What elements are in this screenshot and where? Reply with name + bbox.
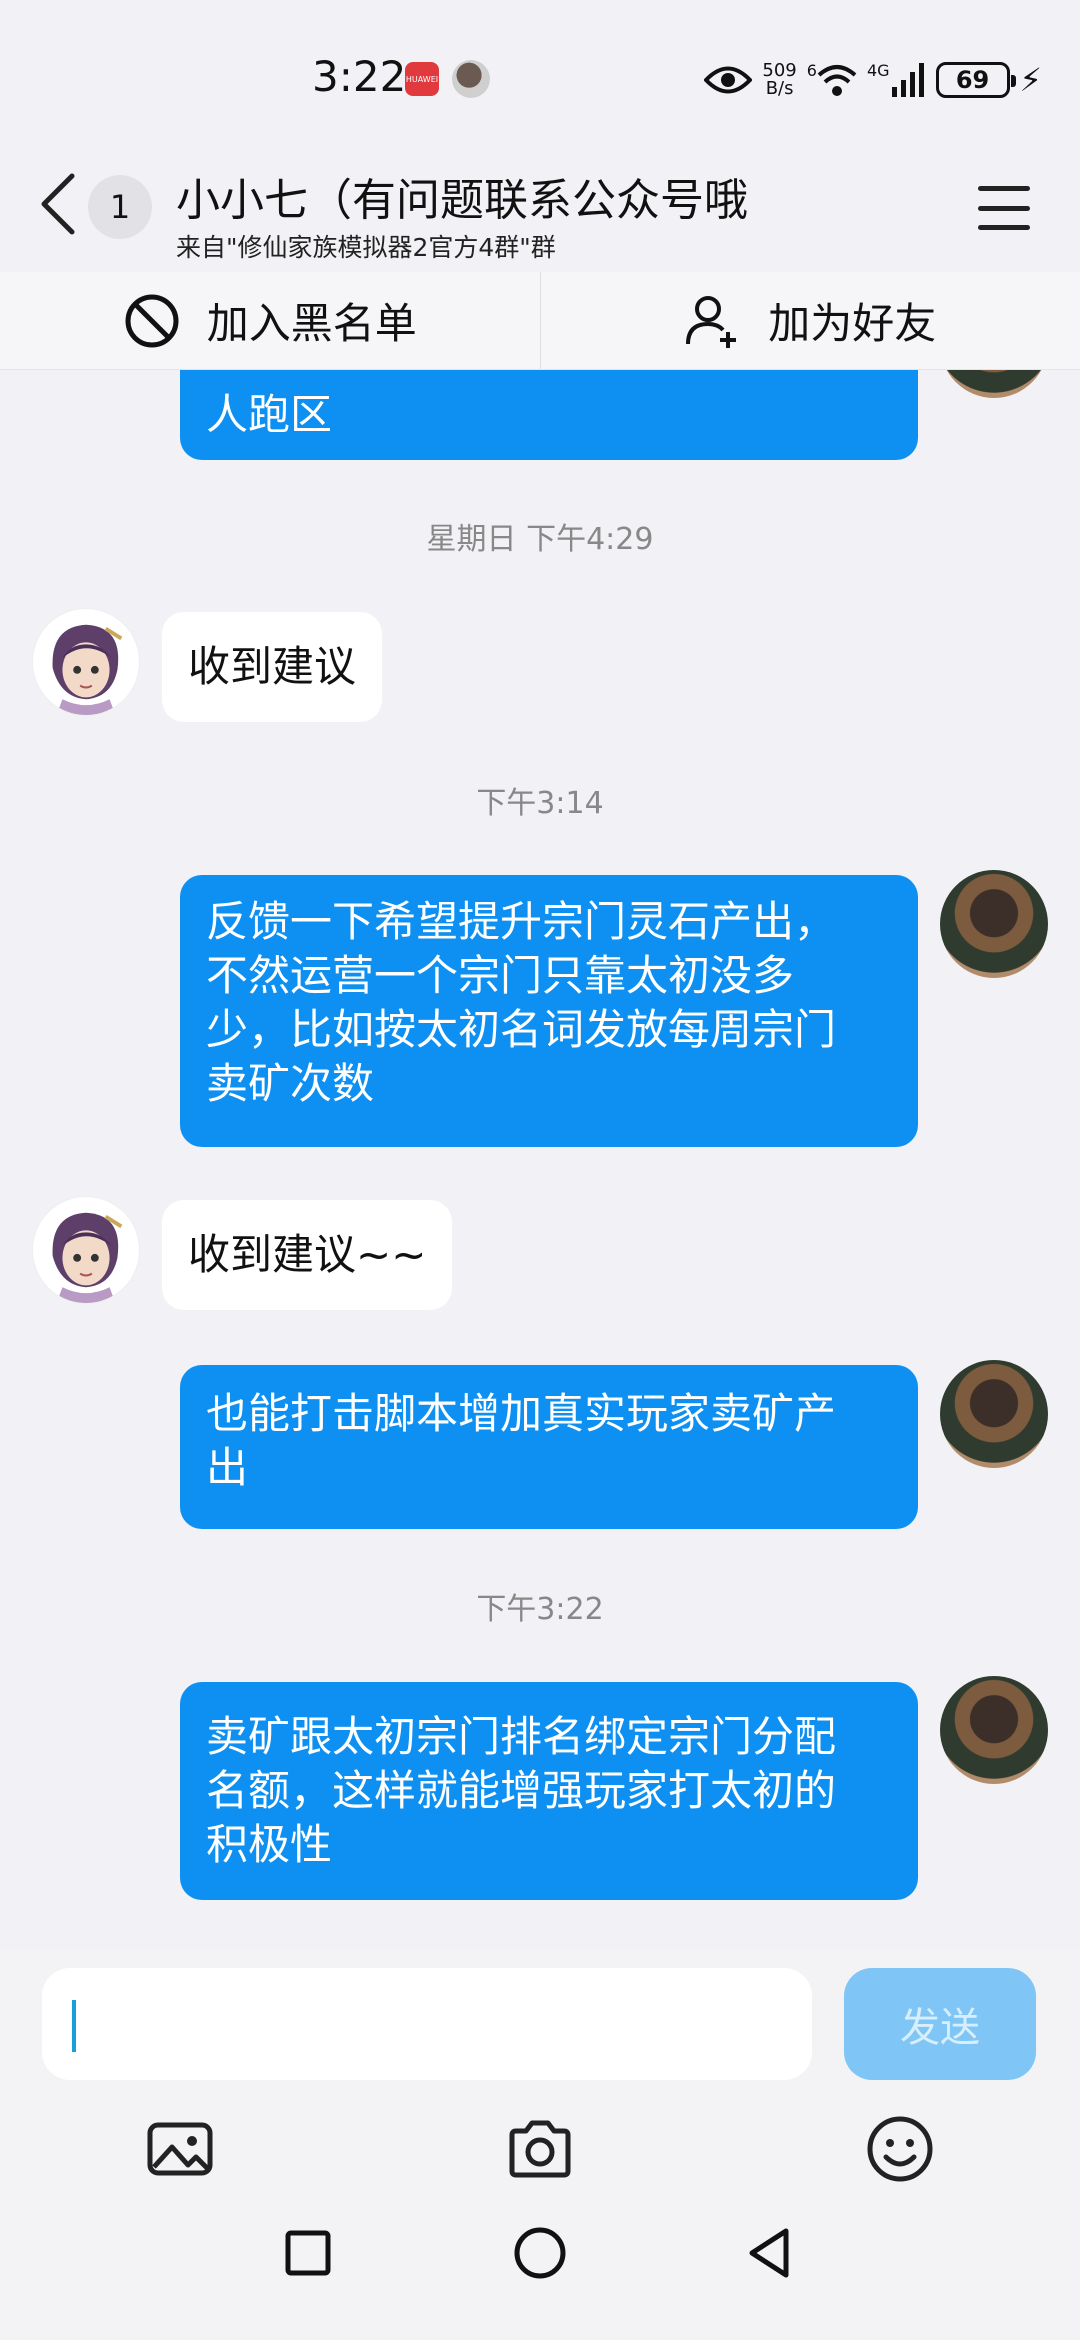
- message-line: 积极性: [206, 1820, 333, 1869]
- battery-icon: 69: [935, 62, 1016, 98]
- hamburger-menu-icon[interactable]: [978, 186, 1030, 230]
- image-icon: [147, 2122, 213, 2176]
- message-line: 不然运营一个宗门只靠太初没多: [206, 951, 795, 1000]
- message-bubble-outgoing[interactable]: 也能打击脚本增加真实玩家卖矿产 出: [180, 1365, 918, 1529]
- message-text: 收到建议~~: [188, 1230, 427, 1279]
- message-line: 名额，这样就能增强玩家打太初的: [206, 1766, 837, 1815]
- timestamp: 下午3:14: [476, 786, 604, 821]
- status-time: 3:22: [312, 52, 407, 101]
- signal-icon: [891, 63, 924, 97]
- message-line: 也能打击脚本增加真实玩家卖矿产: [206, 1389, 837, 1438]
- camera-icon: [509, 2120, 571, 2178]
- message-line: 人跑区: [206, 390, 333, 439]
- message-bubble-outgoing[interactable]: 卖矿跟太初宗门排名绑定宗门分配 名额，这样就能增强玩家打太初的 积极性: [180, 1682, 918, 1900]
- message-line: 卖矿跟太初宗门排名绑定宗门分配: [206, 1712, 837, 1761]
- triangle-back-icon: [749, 2228, 789, 2278]
- message-line: 少，比如按太初名词发放每周宗门: [206, 1005, 837, 1054]
- back-nav-button[interactable]: [740, 2223, 800, 2283]
- chevron-left-icon[interactable]: [38, 172, 78, 236]
- notification-avatar-icon: [452, 60, 490, 98]
- wifi-icon: [817, 65, 857, 96]
- charging-icon: ⚡: [1019, 61, 1042, 99]
- system-nav-bar: [0, 2210, 1080, 2340]
- message-text: 收到建议: [188, 642, 357, 691]
- composer: 发送: [0, 1950, 1080, 2340]
- eye-icon: [704, 66, 753, 94]
- text-cursor: [72, 2000, 76, 2052]
- stranger-action-bar: 加入黑名单 加为好友: [0, 272, 1080, 370]
- timestamp: 下午3:22: [476, 1592, 604, 1627]
- status-indicators: 509 B/s 6 4G 69 ⚡: [704, 58, 1042, 102]
- my-avatar[interactable]: [940, 370, 1048, 398]
- message-list[interactable]: 人跑区 星期日 下午4:29 收到建议 下午3:14 反馈一下希望提升宗门灵石产…: [0, 370, 1080, 1950]
- my-avatar[interactable]: [940, 1360, 1048, 1468]
- message-line: 出: [206, 1443, 249, 1492]
- cell-type: 4G: [866, 60, 890, 80]
- message-bubble-outgoing[interactable]: 反馈一下希望提升宗门灵石产出， 不然运营一个宗门只靠太初没多 少，比如按太初名词…: [180, 875, 918, 1147]
- sender-avatar[interactable]: [32, 1196, 140, 1304]
- network-speed: 509 B/s: [762, 62, 796, 98]
- circle-icon: [514, 2227, 566, 2279]
- add-to-blacklist-label: 加入黑名单: [206, 299, 417, 348]
- chat-subtitle: 来自"修仙家族模拟器2官方4群"群: [176, 233, 556, 262]
- add-person-icon: [686, 295, 737, 348]
- battery-level: 69: [955, 66, 990, 94]
- chat-header: 1 小小七（有问题联系公众号哦 来自"修仙家族模拟器2官方4群"群: [0, 150, 1080, 270]
- message-line: 反馈一下希望提升宗门灵石产出，: [206, 897, 837, 946]
- emoji-button[interactable]: [864, 2113, 936, 2185]
- add-to-blacklist-button[interactable]: 加入黑名单: [0, 272, 540, 369]
- sender-avatar[interactable]: [32, 608, 140, 716]
- image-picker-button[interactable]: [144, 2113, 216, 2185]
- chat-screen: 3:22 HUAWEI 509 B/s 6 4G 69 ⚡ 1 小小七（有问题联…: [0, 0, 1080, 2340]
- home-button[interactable]: [510, 2223, 570, 2283]
- message-bubble-incoming[interactable]: 收到建议: [162, 612, 383, 722]
- timestamp: 星期日 下午4:29: [426, 522, 654, 557]
- add-friend-label: 加为好友: [768, 299, 937, 348]
- message-line: 卖矿次数: [206, 1059, 375, 1108]
- anime-avatar-image: [52, 1212, 123, 1303]
- send-button[interactable]: 发送: [844, 1968, 1036, 2080]
- square-icon: [285, 2230, 331, 2276]
- message-input[interactable]: [42, 1968, 812, 2080]
- my-avatar[interactable]: [940, 1676, 1048, 1784]
- anime-avatar-image: [52, 624, 123, 715]
- camera-button[interactable]: [504, 2113, 576, 2185]
- network-speed-unit: B/s: [765, 78, 794, 99]
- recents-button[interactable]: [278, 2223, 338, 2283]
- smiley-icon: [867, 2116, 933, 2182]
- unread-count-badge[interactable]: 1: [88, 175, 152, 239]
- chat-title[interactable]: 小小七（有问题联系公众号哦: [176, 164, 748, 228]
- wifi-version: 6: [806, 60, 817, 80]
- block-icon: [125, 294, 179, 347]
- add-friend-button[interactable]: 加为好友: [539, 272, 1080, 369]
- message-bubble-incoming[interactable]: 收到建议~~: [162, 1200, 453, 1310]
- app-store-icon: HUAWEI: [405, 62, 439, 96]
- message-bubble-outgoing[interactable]: 人跑区: [180, 370, 918, 460]
- my-avatar[interactable]: [940, 870, 1048, 978]
- status-bar: 3:22 HUAWEI 509 B/s 6 4G 69 ⚡: [0, 0, 1080, 150]
